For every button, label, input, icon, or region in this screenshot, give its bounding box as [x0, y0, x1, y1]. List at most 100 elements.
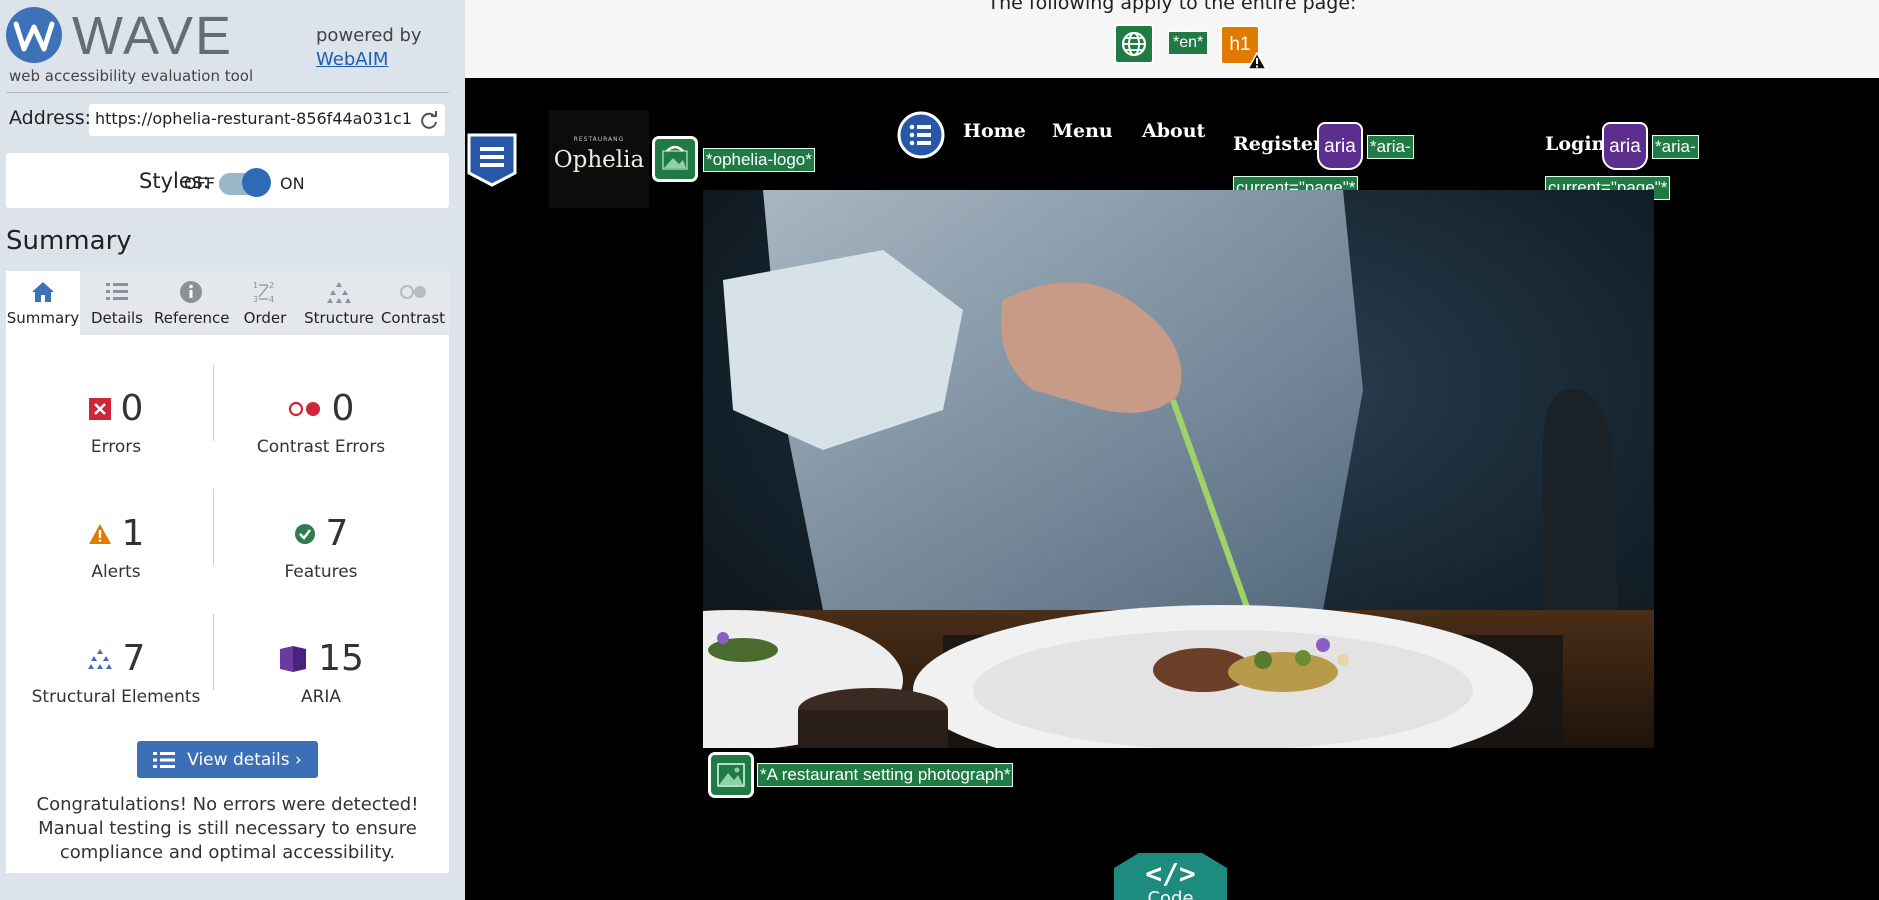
svg-text:4: 4 — [269, 295, 274, 304]
address-label: Address: — [9, 107, 92, 129]
alerts-stat[interactable]: 1 Alerts — [21, 512, 211, 582]
reload-icon[interactable] — [418, 109, 440, 131]
tab-details[interactable]: Details — [80, 271, 154, 335]
panel-tabs: Summary Details Reference 1 2 3 4 Order Str… — [6, 271, 449, 335]
structure-icon — [327, 282, 351, 303]
errors-stat[interactable]: 0 Errors — [21, 387, 211, 457]
errors-label: Errors — [90, 437, 142, 457]
styles-toggle-card: Styles: OFF ON — [6, 153, 449, 208]
logo-small-text: RESTAURANG — [573, 136, 625, 143]
list-icon[interactable] — [897, 111, 945, 159]
styles-on-label: ON — [280, 174, 305, 193]
features-label: Features — [284, 562, 358, 582]
tab-order[interactable]: 1 2 3 4 Order — [228, 271, 302, 335]
aria-count: 15 — [318, 638, 364, 679]
svg-text:3: 3 — [253, 295, 258, 304]
wave-tagline: web accessibility evaluation tool — [9, 67, 254, 85]
hero-photo — [703, 190, 1654, 748]
structural-count: 7 — [122, 638, 146, 679]
svg-text:2: 2 — [269, 281, 274, 290]
wave-sidebar: WAVE web accessibility evaluation tool p… — [0, 0, 465, 900]
divider — [213, 614, 214, 690]
tab-label: Order — [243, 309, 287, 327]
image-alt-icon[interactable] — [708, 752, 754, 798]
nav-menu-link[interactable]: Menu — [1052, 120, 1113, 142]
aria-icon[interactable]: aria — [1317, 122, 1363, 170]
site-logo[interactable]: RESTAURANG Ophelia — [549, 110, 649, 208]
nav-structure-icon[interactable] — [467, 133, 517, 187]
language-globe-icon[interactable] — [1114, 24, 1154, 64]
home-icon — [32, 282, 54, 302]
info-icon — [180, 281, 202, 303]
aria-current-tag: *aria- — [1367, 135, 1414, 159]
tab-label: Summary — [6, 309, 80, 327]
panel-title: Summary — [6, 226, 132, 256]
page-level-bar: The following apply to the entire page: … — [465, 0, 1879, 78]
alerts-label: Alerts — [91, 562, 141, 582]
logo-name: Ophelia — [553, 147, 645, 173]
view-details-label: View details › — [187, 749, 302, 770]
contrast-errors-label: Contrast Errors — [256, 437, 386, 457]
contrast-errors-stat[interactable]: 0 Contrast Errors — [226, 387, 416, 458]
photo-alt-tag: *A restaurant setting photograph* — [757, 763, 1014, 787]
errors-count: 0 — [120, 388, 144, 429]
error-icon — [88, 398, 111, 420]
wave-logo-icon — [6, 7, 62, 63]
list-icon — [106, 283, 128, 300]
view-details-button[interactable]: View details › — [137, 741, 318, 778]
warning-icon — [1247, 52, 1267, 70]
tab-label: Structure — [304, 309, 374, 327]
powered-by-text: powered by — [316, 25, 422, 46]
alerts-count: 1 — [121, 513, 145, 554]
structural-stat[interactable]: 7 Structural Elements — [21, 637, 211, 708]
code-label: Code — [1147, 888, 1194, 900]
evaluated-page: RESTAURANG Ophelia *ophelia-logo* Home M… — [465, 78, 1879, 900]
nav-register-link[interactable]: Register — [1233, 133, 1323, 155]
tab-contrast[interactable]: Contrast — [376, 271, 450, 335]
summary-panel: 0 Errors 0 Contrast Errors 1 Alerts 7 Fe… — [6, 335, 449, 873]
list-icon — [153, 751, 176, 768]
nav-about-link[interactable]: About — [1142, 120, 1205, 142]
contrast-icon — [400, 285, 426, 299]
aria-icon[interactable]: aria — [1602, 122, 1648, 170]
feature-check-icon — [294, 524, 315, 544]
tab-reference[interactable]: Reference — [154, 271, 230, 335]
divider — [213, 365, 214, 441]
aria-current-tag: *aria- — [1652, 135, 1699, 159]
features-stat[interactable]: 7 Features — [226, 512, 416, 583]
svg-text:1: 1 — [253, 281, 258, 290]
nav-login-link[interactable]: Login — [1545, 133, 1605, 155]
tab-summary[interactable]: Summary — [6, 271, 80, 335]
page-level-text: The following apply to the entire page: — [987, 0, 1357, 14]
wave-logo-text: WAVE — [72, 6, 234, 66]
divider — [6, 92, 449, 93]
structure-icon — [87, 649, 112, 669]
tab-label: Contrast — [380, 309, 446, 327]
code-icon: </> — [1145, 857, 1196, 890]
aria-stat[interactable]: 15 ARIA — [226, 637, 416, 707]
tab-structure[interactable]: Structure — [302, 271, 376, 335]
h1-alert-icon[interactable]: h1 — [1220, 25, 1267, 70]
address-field[interactable] — [89, 104, 445, 136]
language-tag: *en* — [1168, 31, 1209, 55]
order-icon: 1 2 3 4 — [253, 281, 274, 304]
contrast-errors-count: 0 — [331, 388, 355, 429]
styles-off-label: OFF — [184, 174, 215, 193]
code-toggle-button[interactable]: </> Code — [1114, 853, 1227, 900]
linked-image-icon[interactable] — [652, 136, 698, 182]
alert-icon — [88, 524, 111, 544]
webaim-link[interactable]: WebAIM — [316, 48, 422, 72]
powered-by: powered by WebAIM — [316, 24, 422, 72]
divider — [213, 489, 214, 565]
aria-label: ARIA — [300, 687, 342, 707]
aria-icon — [280, 646, 307, 672]
congrats-message: Congratulations! No errors were detected… — [36, 794, 419, 863]
address-input[interactable] — [95, 109, 411, 128]
logo-alt-tag: *ophelia-logo* — [703, 148, 815, 172]
chef-plating-image — [703, 190, 1654, 748]
tab-label: Reference — [154, 309, 230, 327]
styles-toggle-knob[interactable] — [242, 168, 271, 197]
tab-label: Details — [90, 309, 143, 327]
nav-home-link[interactable]: Home — [963, 120, 1026, 142]
contrast-error-icon — [288, 401, 320, 417]
